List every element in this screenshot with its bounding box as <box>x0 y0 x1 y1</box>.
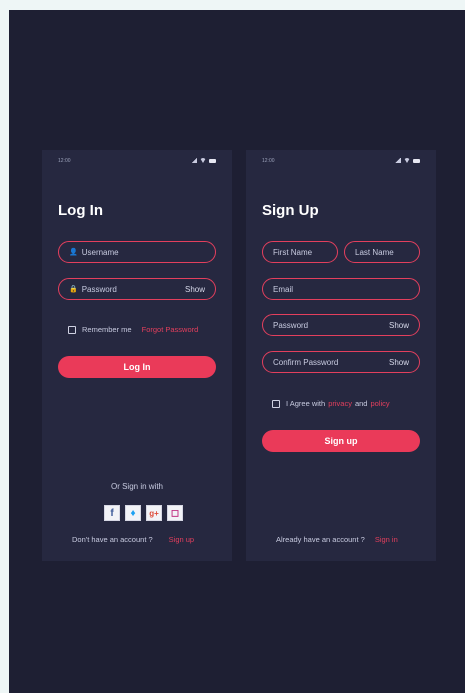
signal-icon <box>395 158 401 163</box>
user-icon: 👤 <box>69 249 78 256</box>
status-time: 12:00 <box>262 158 275 164</box>
email-placeholder: Email <box>273 284 294 294</box>
show-password-button[interactable]: Show <box>185 285 205 294</box>
twitter-icon[interactable]: ♦ <box>125 505 141 521</box>
status-bar: 12:00 <box>262 158 420 168</box>
username-input[interactable]: 👤 Username <box>58 241 216 263</box>
wifi-icon <box>200 158 206 163</box>
password-input[interactable]: 🔒 Password Show <box>58 278 216 300</box>
show-password-button[interactable]: Show <box>389 321 409 330</box>
agree-checkbox[interactable] <box>272 399 280 408</box>
last-name-input[interactable]: Last Name <box>344 241 420 263</box>
signin-prompt: Already have an account ? Sign in <box>276 535 398 544</box>
remember-label: Remember me <box>82 325 132 334</box>
status-time: 12:00 <box>58 158 71 164</box>
email-input[interactable]: Email <box>262 278 420 300</box>
password-placeholder: Password <box>81 284 117 294</box>
confirm-password-placeholder: Confirm Password <box>273 357 339 367</box>
forgot-password-link[interactable]: Forgot Password <box>142 325 199 334</box>
signup-prompt: Don't have an account ? Sign up <box>72 535 194 544</box>
privacy-link[interactable]: privacy <box>328 399 352 408</box>
last-name-placeholder: Last Name <box>355 247 394 257</box>
canvas: 12:00 Log In 👤 Username 🔒 Password Show … <box>9 10 465 693</box>
login-title: Log In <box>58 202 103 219</box>
facebook-icon[interactable]: f <box>104 505 120 521</box>
wifi-icon <box>404 158 410 163</box>
policy-link[interactable]: policy <box>370 399 389 408</box>
login-screen: 12:00 Log In 👤 Username 🔒 Password Show … <box>42 150 232 561</box>
social-buttons: f ♦ g+ ◻ <box>104 505 183 521</box>
login-button[interactable]: Log In <box>58 356 216 378</box>
or-sign-in-label: Or Sign in with <box>110 482 164 491</box>
confirm-password-input[interactable]: Confirm Password Show <box>262 351 420 373</box>
signup-password-placeholder: Password <box>273 320 309 330</box>
signal-icon <box>191 158 197 163</box>
battery-icon <box>209 158 216 163</box>
signup-password-input[interactable]: Password Show <box>262 314 420 336</box>
signup-screen: 12:00 Sign Up First Name Last Name Email… <box>246 150 436 561</box>
agree-and: and <box>354 399 368 408</box>
have-account-text: Already have an account ? <box>276 535 365 544</box>
remember-checkbox[interactable] <box>68 325 76 334</box>
status-icons <box>191 158 216 163</box>
no-account-text: Don't have an account ? <box>72 535 153 544</box>
first-name-placeholder: First Name <box>273 247 313 257</box>
agree-row: I Agree with privacy and policy <box>272 399 390 408</box>
username-placeholder: Username <box>81 247 119 257</box>
show-confirm-password-button[interactable]: Show <box>389 358 409 367</box>
first-name-input[interactable]: First Name <box>262 241 338 263</box>
signup-title: Sign Up <box>262 202 319 219</box>
lock-icon: 🔒 <box>69 286 78 293</box>
signup-button[interactable]: Sign up <box>262 430 420 452</box>
status-icons <box>395 158 420 163</box>
instagram-icon[interactable]: ◻ <box>167 505 183 521</box>
signup-link[interactable]: Sign up <box>169 535 194 544</box>
battery-icon <box>413 158 420 163</box>
remember-row: Remember me Forgot Password <box>68 325 198 334</box>
google-plus-icon[interactable]: g+ <box>146 505 162 521</box>
status-bar: 12:00 <box>58 158 216 168</box>
signin-link[interactable]: Sign in <box>375 535 398 544</box>
agree-prefix: I Agree with <box>286 399 326 408</box>
